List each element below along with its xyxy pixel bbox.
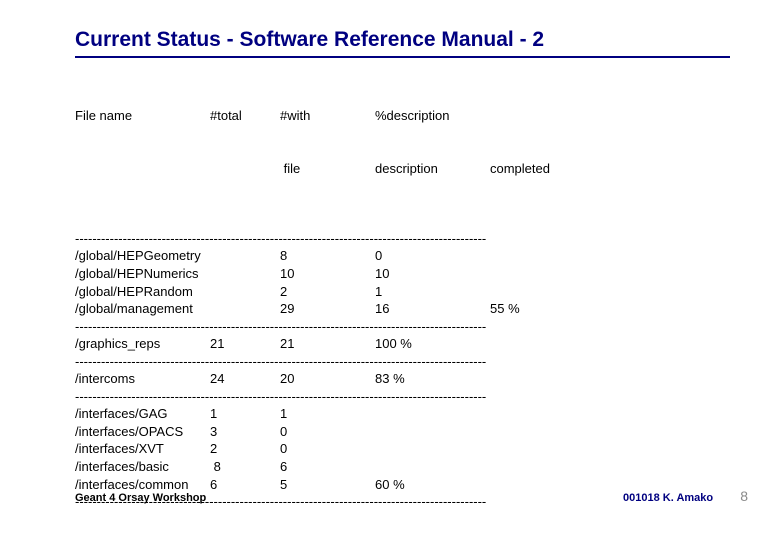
cell-c1 <box>210 247 280 265</box>
cell-c2: 6 <box>280 458 375 476</box>
header-filename: File name <box>75 107 210 125</box>
cell-c4 <box>490 335 600 353</box>
cell-c3: 83 % <box>375 370 490 388</box>
cell-c4 <box>490 283 600 301</box>
header-withfile-a: #with <box>280 107 375 125</box>
footer-right: 001018 K. Amako <box>623 492 713 504</box>
cell-c3: 1 <box>375 283 490 301</box>
cell-c1 <box>210 265 280 283</box>
cell-c3: 16 <box>375 300 490 318</box>
cell-c0: /intercoms <box>75 370 210 388</box>
cell-c0: /global/HEPRandom <box>75 283 210 301</box>
cell-c2: 8 <box>280 247 375 265</box>
cell-c1: 2 <box>210 440 280 458</box>
cell-c2: 21 <box>280 335 375 353</box>
header-desc-a: %description <box>375 107 490 125</box>
cell-c1: 24 <box>210 370 280 388</box>
cell-c1: 1 <box>210 405 280 423</box>
cell-c0: /global/HEPNumerics <box>75 265 210 283</box>
header-row-1: File name #total #with %description <box>75 107 730 125</box>
cell-c1 <box>210 300 280 318</box>
table-row: /interfaces/basic 86 <box>75 458 730 476</box>
cell-c3 <box>375 458 490 476</box>
cell-c2: 0 <box>280 423 375 441</box>
separator: ----------------------------------------… <box>75 230 625 248</box>
cell-c0: /interfaces/XVT <box>75 440 210 458</box>
cell-c2: 1 <box>280 405 375 423</box>
header-desc-b: description <box>375 160 490 178</box>
cell-c2: 20 <box>280 370 375 388</box>
cell-c2: 0 <box>280 440 375 458</box>
table-row: /global/HEPRandom 21 <box>75 283 730 301</box>
cell-c2: 29 <box>280 300 375 318</box>
cell-c1: 3 <box>210 423 280 441</box>
page-number: 8 <box>740 488 748 504</box>
cell-c3: 0 <box>375 247 490 265</box>
title-rule <box>75 56 730 58</box>
separator: ----------------------------------------… <box>75 318 625 336</box>
cell-c3: 100 % <box>375 335 490 353</box>
cell-c1: 8 <box>210 458 280 476</box>
cell-c4 <box>490 247 600 265</box>
cell-c3 <box>375 440 490 458</box>
cell-c1: 21 <box>210 335 280 353</box>
header-withfile-b: file <box>280 160 375 178</box>
table-row: /global/management 291655 % <box>75 300 730 318</box>
cell-c0: /interfaces/GAG <box>75 405 210 423</box>
footer-left: Geant 4 Orsay Workshop <box>75 492 206 504</box>
table-row: /interfaces/GAG11 <box>75 405 730 423</box>
cell-c4 <box>490 458 600 476</box>
table-row: /graphics_reps2121100 % <box>75 335 730 353</box>
table-row: /intercoms242083 % <box>75 370 730 388</box>
cell-c3 <box>375 423 490 441</box>
footer: Geant 4 Orsay Workshop 001018 K. Amako 8 <box>75 488 748 504</box>
table-row: /interfaces/OPACS30 <box>75 423 730 441</box>
cell-c0: /interfaces/OPACS <box>75 423 210 441</box>
cell-c0: /global/HEPGeometry <box>75 247 210 265</box>
table-row: /interfaces/XVT20 <box>75 440 730 458</box>
cell-c4: 55 % <box>490 300 600 318</box>
cell-c0: /global/management <box>75 300 210 318</box>
table-row: /global/HEPGeometry 80 <box>75 247 730 265</box>
cell-c1 <box>210 283 280 301</box>
cell-c4 <box>490 265 600 283</box>
cell-c4 <box>490 370 600 388</box>
cell-c4 <box>490 405 600 423</box>
cell-c2: 10 <box>280 265 375 283</box>
cell-c3 <box>375 405 490 423</box>
cell-c0: /graphics_reps <box>75 335 210 353</box>
table-row: /global/HEPNumerics 1010 <box>75 265 730 283</box>
separator: ----------------------------------------… <box>75 353 625 371</box>
cell-c3: 10 <box>375 265 490 283</box>
cell-c4 <box>490 423 600 441</box>
cell-c0: /interfaces/basic <box>75 458 210 476</box>
header-completed <box>490 107 600 125</box>
cell-c2: 2 <box>280 283 375 301</box>
cell-c4 <box>490 440 600 458</box>
slide-title: Current Status - Software Reference Manu… <box>75 28 730 52</box>
table-content: File name #total #with %description file… <box>75 72 730 546</box>
separator: ----------------------------------------… <box>75 388 625 406</box>
header-row-2: file description completed <box>75 160 730 178</box>
header-total: #total <box>210 107 280 125</box>
header-completed-b: completed <box>490 160 600 178</box>
